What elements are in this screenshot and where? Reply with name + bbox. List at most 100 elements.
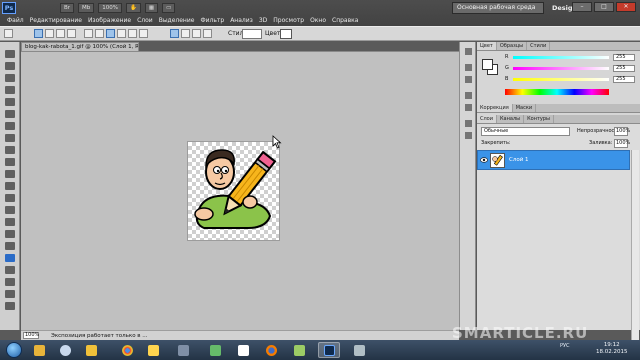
layer-name[interactable]: Слой 1 [509, 156, 529, 164]
red-track[interactable] [513, 56, 609, 59]
shape-tool-icon[interactable] [5, 254, 15, 262]
polygon-shape-icon[interactable] [117, 29, 126, 38]
type-tool-icon[interactable] [5, 230, 15, 238]
zoom-level-field[interactable]: 100% [23, 332, 39, 339]
taskbar-chrome[interactable] [116, 342, 138, 358]
3d-rotate-tool-icon[interactable] [5, 266, 15, 274]
green-track[interactable] [513, 67, 609, 70]
clone-stamp-tool-icon[interactable] [5, 146, 15, 154]
panel-collapse-icon[interactable] [465, 48, 472, 55]
red-value-field[interactable]: 255 [613, 54, 635, 61]
clone-source-panel-icon[interactable] [465, 104, 472, 111]
hand-icon[interactable]: ✋ [126, 3, 141, 13]
tab-styles[interactable]: Стили [527, 42, 551, 50]
crop-tool-icon[interactable] [5, 98, 15, 106]
layer-thumbnail[interactable] [490, 153, 505, 168]
green-value-field[interactable]: 255 [613, 65, 635, 72]
bridge-button[interactable]: Br [60, 3, 75, 13]
actions-panel-icon[interactable] [465, 76, 472, 83]
taskbar-clock[interactable]: 19:12 18.02.2015 [596, 342, 628, 356]
line-shape-icon[interactable] [128, 29, 137, 38]
blend-mode-select[interactable]: Обычные [481, 127, 570, 136]
color-panel-foreground-swatch[interactable] [482, 59, 493, 70]
layers-scrollbar[interactable] [631, 150, 639, 355]
tab-adjustments[interactable]: Коррекция [477, 104, 513, 112]
menu-view[interactable]: Просмотр [270, 16, 307, 25]
shape-color-swatch[interactable] [280, 29, 292, 39]
move-tool-icon[interactable] [5, 50, 15, 58]
brush-panel-icon[interactable] [465, 92, 472, 99]
healing-brush-tool-icon[interactable] [5, 122, 15, 130]
menu-3d[interactable]: 3D [256, 16, 270, 25]
taskbar-explorer[interactable] [28, 342, 50, 358]
intersect-selection-icon[interactable] [67, 29, 76, 38]
tab-color[interactable]: Цвет [477, 42, 497, 50]
pen-tool-icon[interactable] [5, 218, 15, 226]
tab-channels[interactable]: Каналы [497, 115, 525, 123]
taskbar-app-12[interactable] [348, 342, 370, 358]
tab-paths[interactable]: Контуры [524, 115, 554, 123]
hand-tool-icon[interactable] [5, 290, 15, 298]
workspace-switcher[interactable]: Основная рабочая среда [452, 2, 544, 14]
taskbar-app-10[interactable] [288, 342, 310, 358]
tab-swatches[interactable]: Образцы [497, 42, 528, 50]
start-button[interactable] [6, 342, 22, 358]
opacity-field[interactable]: 100% [614, 127, 630, 136]
eraser-tool-icon[interactable] [5, 170, 15, 178]
custom-shape-icon[interactable] [139, 29, 148, 38]
brush-tool-icon[interactable] [5, 134, 15, 142]
paragraph-panel-icon[interactable] [465, 132, 472, 139]
intersect-shapes-icon[interactable] [192, 29, 201, 38]
dodge-tool-icon[interactable] [5, 206, 15, 214]
menu-analysis[interactable]: Анализ [227, 16, 256, 25]
minimize-button[interactable]: – [572, 2, 592, 12]
marquee-tool-icon[interactable] [5, 62, 15, 70]
minibridge-button[interactable]: Mb [78, 3, 95, 13]
zoom-select[interactable]: 100% [98, 3, 123, 13]
lasso-tool-icon[interactable] [5, 74, 15, 82]
menu-edit[interactable]: Редактирование [27, 16, 85, 25]
taskbar-photoshop[interactable] [318, 342, 340, 358]
menu-help[interactable]: Справка [329, 16, 361, 25]
ellipse-shape-icon[interactable] [106, 29, 115, 38]
eyedropper-tool-icon[interactable] [5, 110, 15, 118]
combine-shapes-icon[interactable] [170, 29, 179, 38]
subtract-shapes-icon[interactable] [181, 29, 190, 38]
zoom-tool-icon[interactable] [5, 302, 15, 310]
new-selection-icon[interactable] [34, 29, 43, 38]
menu-layers[interactable]: Слои [134, 16, 156, 25]
menu-image[interactable]: Изображение [85, 16, 134, 25]
close-button[interactable]: ✕ [616, 2, 636, 12]
document-canvas[interactable] [188, 142, 279, 240]
rectangle-shape-icon[interactable] [95, 29, 104, 38]
tool-preset-icon[interactable] [4, 29, 13, 38]
arrange-documents-button[interactable]: ▦ [144, 3, 159, 13]
subtract-selection-icon[interactable] [56, 29, 65, 38]
tray-language[interactable]: РУС [560, 343, 570, 349]
fill-field[interactable]: 100% [614, 139, 630, 148]
color-spectrum-bar[interactable] [505, 89, 609, 95]
path-selection-tool-icon[interactable] [5, 242, 15, 250]
tab-layers[interactable]: Слои [477, 115, 497, 123]
add-selection-icon[interactable] [45, 29, 54, 38]
menu-window[interactable]: Окно [307, 16, 329, 25]
tab-masks[interactable]: Маски [513, 104, 537, 112]
menu-select[interactable]: Выделение [156, 16, 198, 25]
taskbar-app-5[interactable] [142, 342, 164, 358]
history-panel-icon[interactable] [465, 64, 472, 71]
blue-channel-slider[interactable]: B 255 [505, 76, 637, 84]
screen-mode-button[interactable]: ▭ [162, 3, 176, 13]
blue-value-field[interactable]: 255 [613, 76, 635, 83]
taskbar-app-2[interactable] [54, 342, 76, 358]
3d-orbit-tool-icon[interactable] [5, 278, 15, 286]
character-panel-icon[interactable] [465, 120, 472, 127]
menu-file[interactable]: Файл [4, 16, 27, 25]
menu-filter[interactable]: Фильтр [197, 16, 227, 25]
taskbar-app-8[interactable] [232, 342, 254, 358]
history-brush-tool-icon[interactable] [5, 158, 15, 166]
taskbar-app-6[interactable] [172, 342, 194, 358]
layer-row[interactable]: Слой 1 [477, 150, 630, 170]
taskbar-firefox[interactable] [260, 342, 282, 358]
exclude-shapes-icon[interactable] [203, 29, 212, 38]
style-picker[interactable] [242, 29, 262, 39]
